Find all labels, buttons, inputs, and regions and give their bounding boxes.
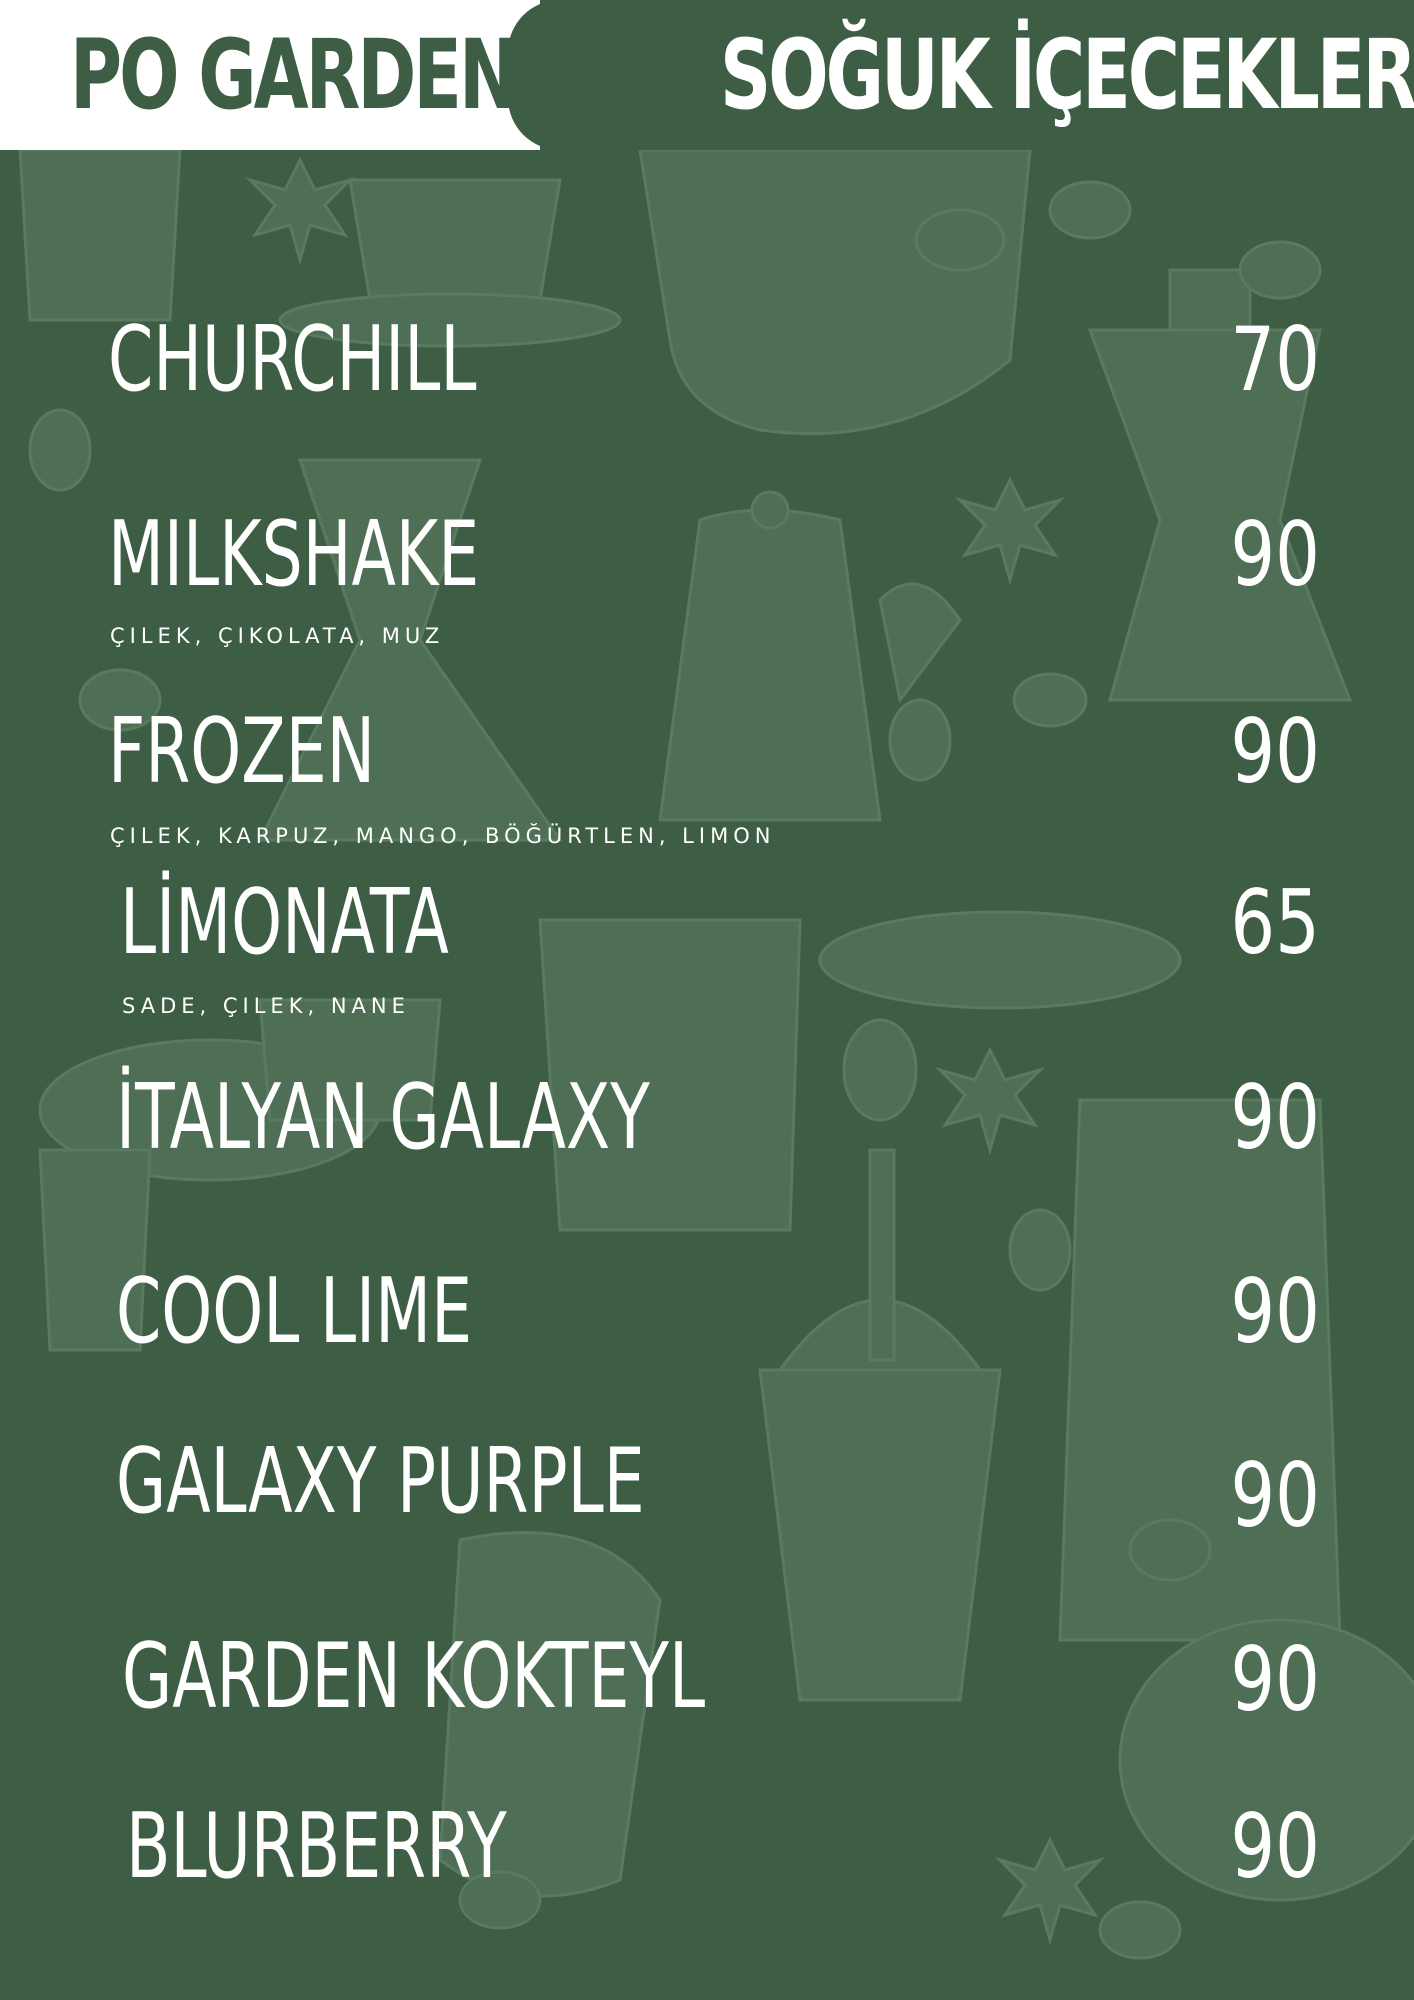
menu-item-price: 70 bbox=[1230, 308, 1320, 411]
menu-item-price: 90 bbox=[1230, 1066, 1320, 1169]
menu-item-name: FROZEN bbox=[108, 699, 376, 804]
menu-item-name: GALAXY PURPLE bbox=[116, 1429, 645, 1534]
menu-item-price: 90 bbox=[1230, 503, 1320, 606]
menu-item-options: ÇILEK, KARPUZ, MANGO, BÖĞÜRTLEN, LIMON bbox=[110, 824, 776, 848]
menu-item-name: LİMONATA bbox=[120, 870, 449, 975]
menu-item-name: MILKSHAKE bbox=[108, 502, 480, 607]
menu-item-price: 65 bbox=[1230, 871, 1320, 974]
menu-item-name: BLURBERRY bbox=[126, 1794, 507, 1899]
menu-item-name: İTALYAN GALAXY bbox=[116, 1065, 650, 1170]
menu-item-options: ÇILEK, ÇIKOLATA, MUZ bbox=[110, 624, 445, 648]
iced-drink-cup-icon bbox=[758, 1148, 1002, 1702]
menu-item-price: 90 bbox=[1230, 1628, 1320, 1731]
menu-page: PO GARDEN SOĞUK İÇECEKLER CHURCHILL 70 M… bbox=[0, 0, 1414, 2000]
menu-item-options: SADE, ÇILEK, NANE bbox=[122, 994, 410, 1018]
menu-item-name: GARDEN KOKTEYL bbox=[122, 1624, 706, 1729]
menu-item-name: CHURCHILL bbox=[108, 307, 477, 412]
menu-item-price: 90 bbox=[1230, 700, 1320, 803]
category-title: SOĞUK İÇECEKLER bbox=[720, 19, 1414, 131]
menu-item-price: 90 bbox=[1230, 1795, 1320, 1898]
menu-item-name: COOL LIME bbox=[116, 1259, 473, 1364]
menu-item-price: 90 bbox=[1230, 1444, 1320, 1547]
brand-name: PO GARDEN bbox=[70, 19, 518, 131]
menu-item-price: 90 bbox=[1230, 1260, 1320, 1363]
coffee-basket-icon bbox=[638, 148, 1032, 436]
